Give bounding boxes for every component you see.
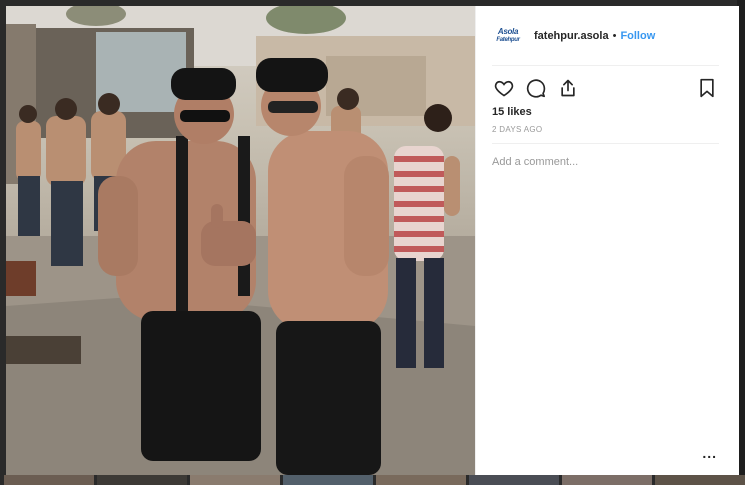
comment-icon[interactable] bbox=[524, 76, 548, 100]
separator-dot: • bbox=[612, 29, 617, 42]
share-icon[interactable] bbox=[556, 76, 580, 100]
follow-button[interactable]: Follow bbox=[620, 30, 655, 42]
post-timestamp[interactable]: 2 DAYS AGO bbox=[492, 125, 719, 144]
avatar-logo-line2: Fatehpur bbox=[496, 36, 520, 43]
avatar[interactable]: Asola Fatehpur bbox=[492, 19, 524, 52]
avatar-logo-line1: Asola bbox=[497, 26, 519, 36]
post-header: Asola Fatehpur fatehpur.asola • Follow bbox=[492, 6, 719, 66]
bookmark-icon[interactable] bbox=[695, 76, 719, 100]
username-link[interactable]: fatehpur.asola bbox=[534, 30, 609, 42]
more-options-icon[interactable]: ... bbox=[702, 445, 717, 461]
post-modal: Asola Fatehpur fatehpur.asola • Follow 1… bbox=[6, 6, 739, 475]
heart-icon[interactable] bbox=[492, 76, 516, 100]
post-photo[interactable] bbox=[6, 6, 475, 475]
post-side-panel: Asola Fatehpur fatehpur.asola • Follow 1… bbox=[475, 6, 739, 475]
background-thumbnails bbox=[0, 475, 745, 485]
likes-count[interactable]: 15 likes bbox=[492, 106, 723, 118]
comment-input[interactable] bbox=[492, 156, 712, 168]
action-bar bbox=[492, 76, 719, 100]
post-photo-image bbox=[6, 6, 475, 475]
